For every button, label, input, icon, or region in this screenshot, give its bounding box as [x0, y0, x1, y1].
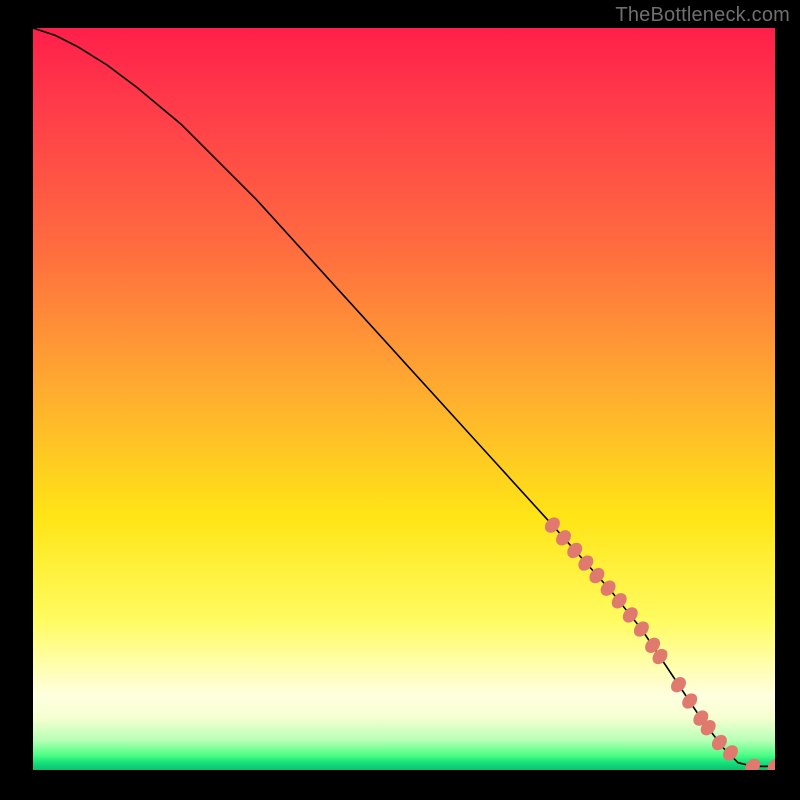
marker-group [542, 514, 775, 770]
attribution-label: TheBottleneck.com [615, 4, 790, 27]
plot-area [33, 28, 775, 770]
chart-stage: TheBottleneck.com [0, 0, 800, 800]
curve-marker [631, 618, 652, 639]
curve-marker [679, 690, 700, 711]
chart-overlay [33, 28, 775, 770]
curve-marker [764, 756, 775, 770]
curve-marker [742, 756, 763, 770]
curve-marker [620, 604, 641, 625]
curve-marker [668, 674, 689, 695]
